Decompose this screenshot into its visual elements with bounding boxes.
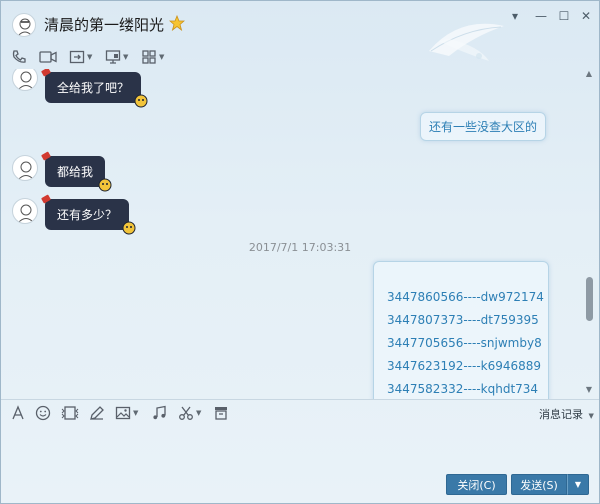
- font-button[interactable]: [10, 404, 26, 422]
- bubble-badge-icon: [122, 221, 136, 235]
- message-text: 全给我了吧？: [57, 81, 130, 95]
- message-text: 都给我: [57, 165, 94, 179]
- chevron-down-icon: ▼: [588, 412, 594, 420]
- message-history-link[interactable]: 消息记录 ▼: [539, 406, 594, 422]
- phone-icon: [12, 50, 26, 63]
- chevron-down-icon: ▼: [123, 53, 129, 61]
- apps-button[interactable]: ▼: [141, 48, 164, 66]
- image-button[interactable]: ▼: [115, 404, 138, 422]
- voice-call-button[interactable]: [11, 48, 27, 66]
- chevron-down-icon: ▼: [196, 409, 202, 417]
- bubble-badge-icon: [98, 178, 112, 192]
- chevron-down-icon: ▼: [574, 480, 582, 489]
- bubble-badge-icon: [134, 94, 148, 108]
- message-bubble[interactable]: 3447860566----dw972174 3447807373----dt7…: [373, 261, 549, 399]
- scroll-up-arrow-icon[interactable]: ▲: [584, 69, 594, 79]
- title-bar: 清晨的第一缕阳光 ▾ — ☐ ✕: [1, 1, 599, 45]
- window-title: 清晨的第一缕阳光: [44, 16, 165, 34]
- send-options-dropdown[interactable]: ▼: [567, 474, 589, 495]
- send-button[interactable]: 发送(S): [511, 474, 567, 495]
- message-history-label: 消息记录: [539, 408, 583, 421]
- shake-button[interactable]: [213, 404, 229, 422]
- chat-history[interactable]: 全给我了吧？ 还有一些没查大区的 都给我 还有多少？ 2017/7/1 17:0…: [1, 69, 599, 399]
- chat-window: 清晨的第一缕阳光 ▾ — ☐ ✕ ▼ ▼ ▼ 全给我了吧？ 还有一些没查大区的 …: [0, 0, 600, 504]
- chevron-down-icon: ▼: [133, 409, 139, 417]
- gif-icon: [61, 406, 79, 420]
- apps-grid-icon: [142, 50, 156, 64]
- share-screen-button[interactable]: ▼: [69, 48, 92, 66]
- screenshot-button[interactable]: ▼: [178, 404, 201, 422]
- account-line: 3447705656----snjwmby8: [387, 336, 542, 350]
- video-icon: [39, 51, 57, 63]
- font-icon: [12, 405, 24, 420]
- emoji-icon: [35, 405, 51, 421]
- message-bubble[interactable]: 全给我了吧？: [41, 69, 148, 108]
- message-timestamp: 2017/7/1 17:03:31: [248, 241, 352, 254]
- music-icon: [153, 405, 166, 420]
- video-call-button[interactable]: [39, 48, 57, 66]
- account-line: 3447582332----kqhdt734: [387, 382, 539, 396]
- gif-button[interactable]: [61, 404, 79, 422]
- scroll-down-arrow-icon[interactable]: ▼: [584, 385, 594, 395]
- doodle-button[interactable]: [89, 404, 105, 422]
- close-button[interactable]: 关闭(C): [446, 474, 507, 495]
- message-input[interactable]: [1, 425, 599, 471]
- scissors-icon: [179, 406, 193, 420]
- emoji-button[interactable]: [35, 404, 51, 422]
- chevron-down-icon: ▼: [87, 53, 93, 61]
- vip-star-icon: [169, 15, 185, 31]
- shake-icon: [215, 407, 227, 420]
- remote-desktop-button[interactable]: ▼: [105, 48, 128, 66]
- contact-avatar[interactable]: [12, 69, 38, 91]
- ribbon-icon: [41, 194, 51, 204]
- image-icon: [115, 406, 131, 420]
- message-text: 还有一些没查大区的: [428, 120, 537, 134]
- close-window-button[interactable]: ✕: [579, 9, 593, 23]
- divider: [1, 399, 599, 400]
- screen-share-icon: [69, 50, 85, 64]
- remote-desktop-icon: [105, 50, 121, 64]
- message-bubble[interactable]: 还有多少？: [41, 194, 136, 235]
- maximize-button[interactable]: ☐: [557, 9, 571, 23]
- minimize-button[interactable]: —: [534, 9, 548, 23]
- contact-avatar[interactable]: [12, 155, 38, 181]
- ribbon-icon: [41, 69, 51, 77]
- account-line: 3447623192----k6946889: [387, 359, 542, 373]
- ribbon-icon: [41, 151, 51, 161]
- scrollbar-thumb[interactable]: [586, 277, 593, 321]
- music-button[interactable]: [151, 404, 167, 422]
- account-line: 3447807373----dt759395: [387, 313, 539, 327]
- contact-avatar[interactable]: [12, 13, 36, 37]
- message-text: 还有多少？: [57, 208, 118, 222]
- message-bubble[interactable]: 都给我: [41, 151, 112, 192]
- message-bubble[interactable]: 还有一些没查大区的: [420, 112, 546, 141]
- menu-caret-icon[interactable]: ▾: [508, 9, 522, 23]
- account-line: 3447860566----dw972174: [387, 290, 544, 304]
- top-toolbar: ▼ ▼ ▼: [1, 45, 599, 69]
- pen-icon: [90, 406, 104, 420]
- input-toolbar: ▼ ▼ 消息记录 ▼: [1, 401, 599, 425]
- chevron-down-icon: ▼: [159, 53, 165, 61]
- contact-avatar[interactable]: [12, 198, 38, 224]
